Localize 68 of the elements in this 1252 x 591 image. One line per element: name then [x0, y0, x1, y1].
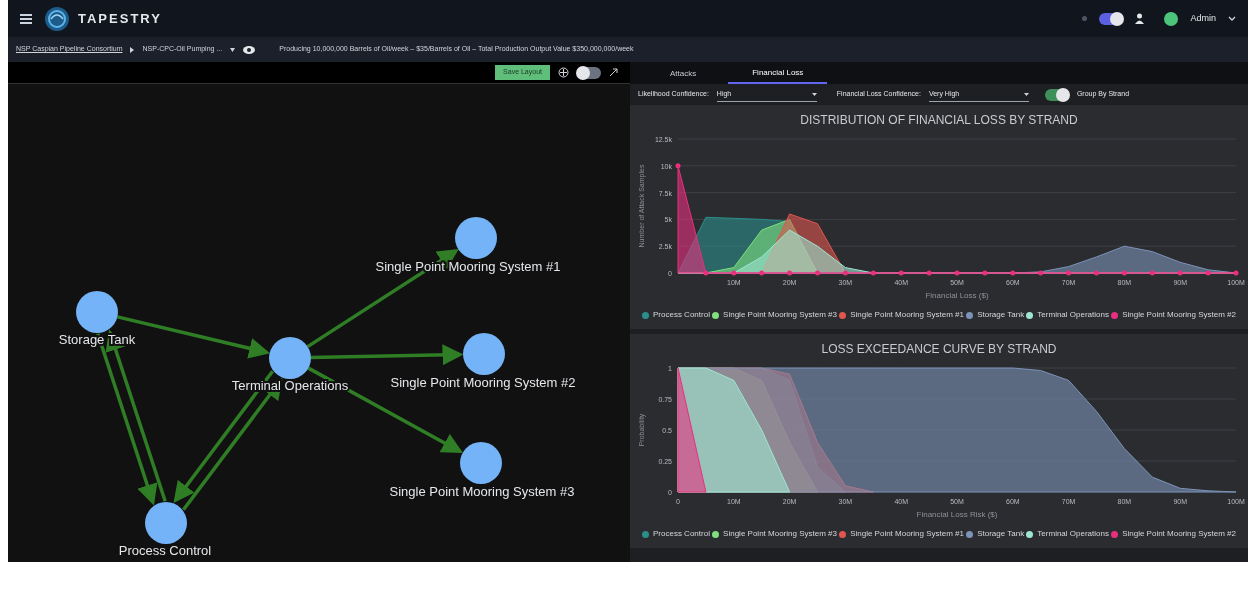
chevron-down-icon[interactable]	[1228, 15, 1236, 22]
menu-icon[interactable]	[20, 13, 32, 24]
data-point	[815, 270, 820, 276]
data-point	[1066, 270, 1072, 276]
theme-toggle[interactable]	[1099, 12, 1124, 25]
tab[interactable]: Financial Loss	[728, 64, 828, 84]
graph-node[interactable]	[269, 337, 311, 379]
eye-icon[interactable]	[243, 45, 256, 54]
data-point	[1038, 270, 1044, 276]
data-point	[842, 270, 848, 276]
data-point	[1233, 270, 1239, 276]
data-point	[982, 270, 988, 276]
legend-label[interactable]: Process Control	[653, 528, 710, 540]
legend-label[interactable]: Single Point Mooring System #1	[850, 528, 964, 540]
data-point	[926, 270, 932, 276]
data-point	[675, 163, 681, 169]
node-label: Terminal Operations	[231, 378, 349, 393]
legend-label[interactable]: Single Point Mooring System #2	[1122, 528, 1236, 540]
caret-icon[interactable]	[811, 92, 817, 96]
arrow-icon[interactable]	[609, 68, 618, 77]
tab[interactable]: Attacks	[646, 64, 721, 84]
node-label: Single Point Mooring System #3	[389, 484, 575, 499]
data-point	[1121, 270, 1127, 276]
data-point	[898, 270, 904, 276]
x-axis-title: Financial Loss Risk ($)	[916, 510, 998, 519]
chart-title: DISTRIBUTION OF FINANCIAL LOSS BY STRAND	[799, 112, 1079, 129]
data-point	[1094, 270, 1099, 276]
node-label: Single Point Mooring System #1	[375, 259, 561, 274]
data-point	[703, 270, 709, 276]
data-point	[1177, 270, 1183, 276]
legend-label[interactable]: Single Point Mooring System #3	[723, 528, 837, 540]
legend-label[interactable]: Storage Tank	[977, 528, 1025, 540]
user-avatar-icon[interactable]	[1164, 11, 1179, 26]
node-label: Storage Tank	[58, 332, 136, 347]
caret-icon[interactable]	[1023, 92, 1029, 96]
graph-node[interactable]	[460, 442, 502, 484]
data-point	[787, 270, 793, 276]
user-name[interactable]: Admin	[1190, 11, 1216, 26]
legend-label[interactable]: Terminal Operations	[1037, 528, 1109, 540]
x-axis-title: Financial Loss ($)	[925, 291, 989, 300]
chevron-right-icon	[130, 46, 135, 53]
app-name: TAPESTRY	[78, 9, 162, 28]
data-point	[759, 270, 765, 276]
legend-label[interactable]: Single Point Mooring System #2	[1122, 309, 1236, 321]
data-point	[1010, 270, 1016, 276]
legend-label[interactable]: Process Control	[653, 309, 710, 321]
crosshair-icon[interactable]	[558, 67, 569, 78]
legend-label[interactable]: Storage Tank	[977, 309, 1025, 321]
legend-label[interactable]: Single Point Mooring System #1	[850, 309, 964, 321]
data-point	[731, 270, 737, 276]
logo-icon	[44, 5, 70, 32]
caret-icon[interactable]	[230, 47, 236, 52]
data-point	[1149, 270, 1155, 276]
legend-label[interactable]: Terminal Operations	[1037, 309, 1109, 321]
data-point	[954, 270, 960, 276]
graph-node[interactable]	[463, 333, 505, 375]
data-point	[1205, 270, 1211, 276]
group-toggle[interactable]	[1044, 88, 1069, 101]
layout-toggle[interactable]	[577, 66, 601, 79]
graph-node[interactable]	[76, 291, 118, 333]
graph-node[interactable]	[455, 217, 497, 259]
data-point	[870, 270, 876, 276]
person-icon[interactable]	[1135, 13, 1145, 24]
graph-node[interactable]	[145, 502, 187, 544]
chart-title: LOSS EXCEEDANCE CURVE BY STRAND	[820, 341, 1058, 358]
node-label: Single Point Mooring System #2	[390, 375, 576, 390]
node-label: Process Control	[118, 543, 212, 558]
legend-label[interactable]: Single Point Mooring System #3	[723, 309, 837, 321]
